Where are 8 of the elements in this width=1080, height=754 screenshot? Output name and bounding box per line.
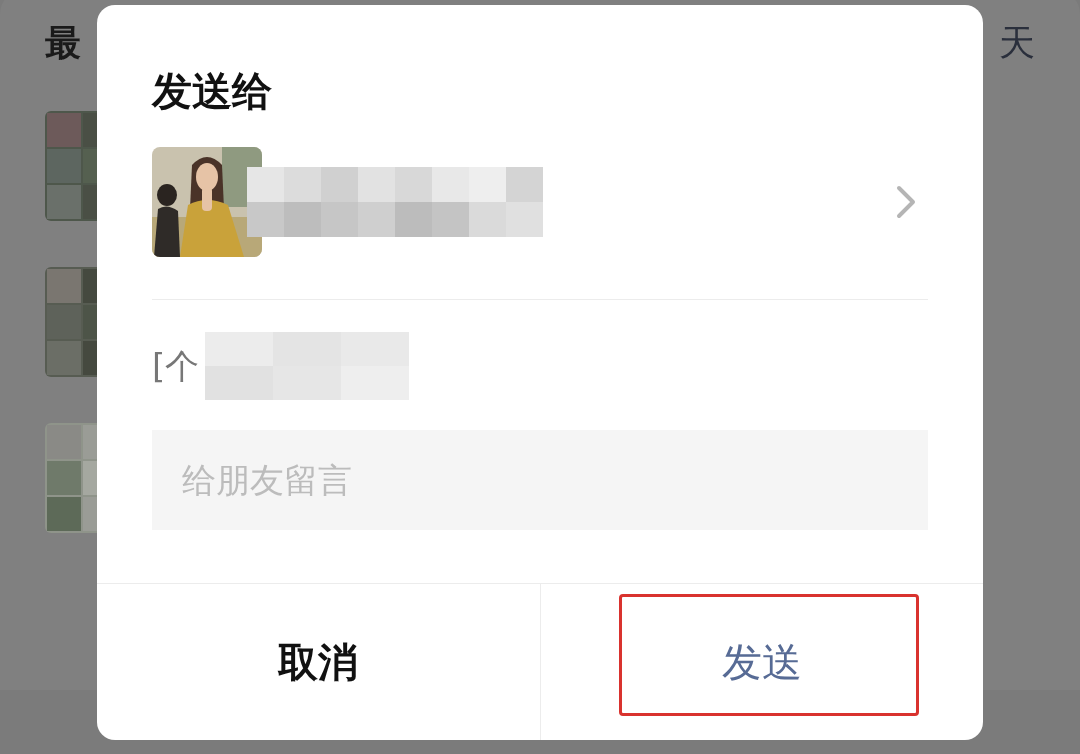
dialog-title: 发送给 xyxy=(152,68,272,114)
send-button[interactable]: 发送 xyxy=(540,584,983,740)
message-preview: [个 xyxy=(152,346,200,386)
cancel-button[interactable]: 取消 xyxy=(97,584,540,740)
section-title: 最 xyxy=(45,25,81,61)
chevron-right-icon xyxy=(896,185,916,219)
message-field[interactable]: 给朋友留言 xyxy=(152,430,928,530)
tab-label[interactable]: 天 xyxy=(999,25,1035,61)
